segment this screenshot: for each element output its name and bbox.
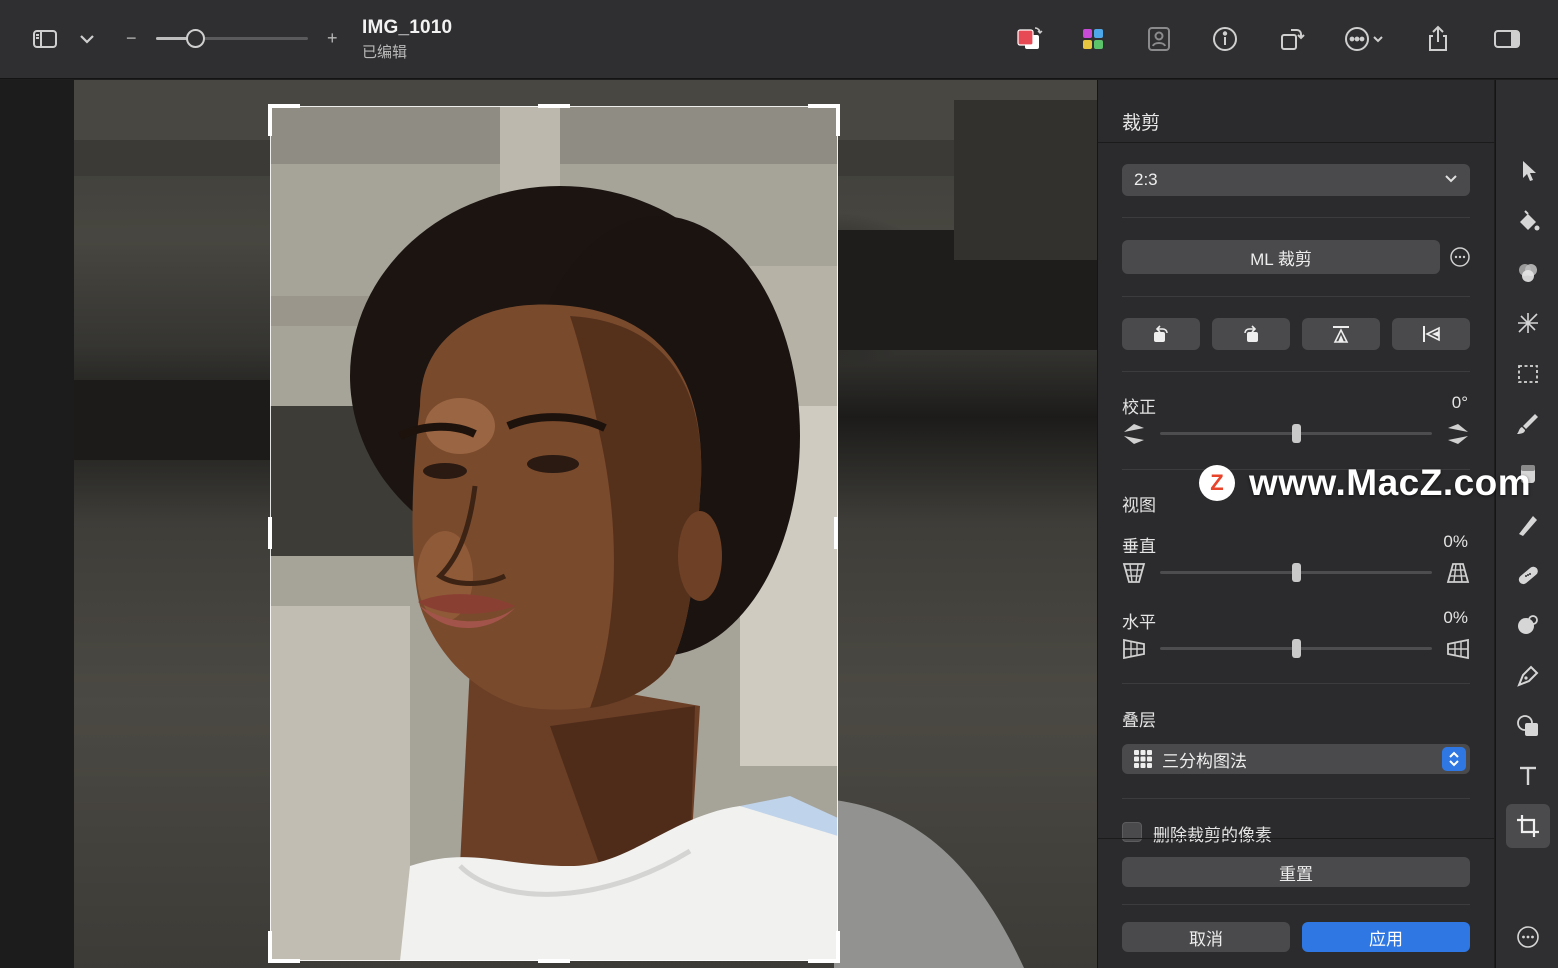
shapes-icon[interactable] — [1514, 712, 1542, 740]
crop-handle-right[interactable] — [834, 517, 838, 549]
more-options-icon[interactable] — [1449, 246, 1471, 268]
vertical-value: 0% — [1443, 532, 1468, 551]
crop-region[interactable] — [270, 106, 838, 961]
divider — [1122, 683, 1470, 684]
crop-handle-bottom-left[interactable] — [268, 931, 300, 963]
flip-vertical-button[interactable] — [1302, 318, 1380, 350]
divider — [1122, 371, 1470, 372]
zoom-in-button[interactable]: + — [327, 28, 338, 48]
overlay-selected-value: 三分构图法 — [1162, 751, 1247, 771]
horizontal-left-icon — [1123, 638, 1145, 660]
vertical-slider-thumb[interactable] — [1291, 563, 1301, 582]
retouch-icon[interactable] — [1514, 511, 1542, 539]
clone-icon[interactable] — [1514, 611, 1542, 639]
flip-vertical-icon — [1333, 326, 1349, 343]
up-down-chevron-icon — [1442, 747, 1466, 771]
rotate-icon[interactable] — [1275, 22, 1309, 56]
share-icon[interactable] — [1421, 22, 1455, 56]
chevron-down-icon[interactable] — [72, 22, 102, 56]
arrow-icon[interactable] — [1514, 157, 1542, 185]
inspector-toggle-icon[interactable] — [1490, 22, 1524, 56]
bandage-icon[interactable] — [1514, 561, 1542, 589]
document-title-block: IMG_1010 已编辑 — [362, 17, 452, 62]
color-palette-icon[interactable] — [1076, 22, 1110, 56]
delete-cropped-label: 删除裁剪的像素 — [1153, 826, 1272, 845]
crop-handle-top-left[interactable] — [268, 104, 300, 136]
crop-handle-bottom[interactable] — [538, 959, 570, 963]
crop-handle-top-right[interactable] — [808, 104, 840, 136]
rotate-left-icon — [1154, 325, 1168, 342]
vertical-label: 垂直 — [1122, 537, 1156, 556]
info-icon[interactable] — [1208, 22, 1242, 56]
perspective-label: 视图 — [1122, 496, 1156, 515]
divider — [1122, 217, 1470, 218]
straighten-left-icon — [1124, 424, 1144, 444]
pen-icon[interactable] — [1514, 662, 1542, 690]
more-icon[interactable] — [1340, 22, 1390, 56]
ml-crop-button[interactable]: ML 裁剪 — [1122, 240, 1440, 274]
apply-button[interactable]: 应用 — [1302, 922, 1470, 952]
grid-icon — [1134, 750, 1152, 768]
zoom-slider-thumb[interactable] — [186, 29, 206, 48]
horizontal-slider-thumb[interactable] — [1291, 639, 1301, 658]
flip-horizontal-button[interactable] — [1392, 318, 1470, 350]
straighten-slider-thumb[interactable] — [1291, 424, 1301, 443]
flip-horizontal-icon — [1423, 326, 1440, 342]
color-swap-icon[interactable] — [1012, 22, 1046, 56]
tool-rail — [1495, 80, 1558, 968]
more-icon[interactable] — [1514, 923, 1542, 951]
straighten-right-icon — [1448, 424, 1468, 444]
vertical-wide-icon — [1446, 563, 1470, 583]
crop-handle-top[interactable] — [538, 104, 570, 108]
vertical-narrow-icon — [1122, 563, 1146, 583]
divider — [1098, 142, 1495, 143]
straighten-value: 0° — [1451, 393, 1468, 412]
text-icon[interactable] — [1514, 762, 1542, 790]
horizontal-right-icon — [1447, 638, 1469, 660]
cancel-button[interactable]: 取消 — [1122, 922, 1290, 952]
color-adjust-icon[interactable] — [1514, 259, 1542, 287]
straighten-label: 校正 — [1122, 398, 1156, 417]
toolbar: − + IMG_1010 已编辑 — [0, 0, 1558, 79]
zoom-out-button[interactable]: − — [126, 28, 137, 48]
crop-inspector: 裁剪 2:3 ML 裁剪 校正 0° 视图 垂直 0% 水平 0% 叠层 三分构… — [1097, 80, 1495, 968]
document-title: IMG_1010 — [362, 17, 453, 38]
zoom-slider[interactable] — [156, 37, 308, 40]
aspect-ratio-value: 2:3 — [1134, 170, 1158, 189]
paint-bucket-icon[interactable] — [1514, 208, 1542, 236]
aspect-ratio-dropdown[interactable]: 2:3 — [1122, 164, 1470, 196]
divider — [1122, 296, 1470, 297]
effects-icon[interactable] — [1514, 309, 1542, 337]
overlay-label: 叠层 — [1122, 711, 1156, 730]
crop-handle-bottom-right[interactable] — [808, 931, 840, 963]
portrait-icon[interactable] — [1142, 22, 1176, 56]
crop-handle-left[interactable] — [268, 517, 272, 549]
horizontal-label: 水平 — [1122, 613, 1156, 632]
sidebar-toggle-icon[interactable] — [28, 22, 62, 56]
divider — [1122, 798, 1470, 799]
divider — [1098, 838, 1495, 839]
rotate-right-icon — [1244, 325, 1258, 342]
horizontal-value: 0% — [1443, 608, 1468, 627]
chevron-down-icon — [1445, 175, 1457, 183]
divider — [1122, 469, 1470, 470]
rotate-right-button[interactable] — [1212, 318, 1290, 350]
brush-icon[interactable] — [1514, 410, 1542, 438]
divider — [1122, 904, 1470, 905]
document-status: 已编辑 — [362, 44, 408, 61]
overlay-select[interactable]: 三分构图法 — [1122, 744, 1470, 774]
delete-cropped-checkbox[interactable] — [1122, 822, 1142, 842]
selection-icon[interactable] — [1514, 360, 1542, 388]
rotate-left-button[interactable] — [1122, 318, 1200, 350]
image-canvas[interactable] — [0, 80, 1097, 968]
eraser-icon[interactable] — [1514, 460, 1542, 488]
inspector-title: 裁剪 — [1122, 113, 1161, 134]
reset-button[interactable]: 重置 — [1122, 857, 1470, 887]
crop-icon[interactable] — [1514, 812, 1542, 840]
